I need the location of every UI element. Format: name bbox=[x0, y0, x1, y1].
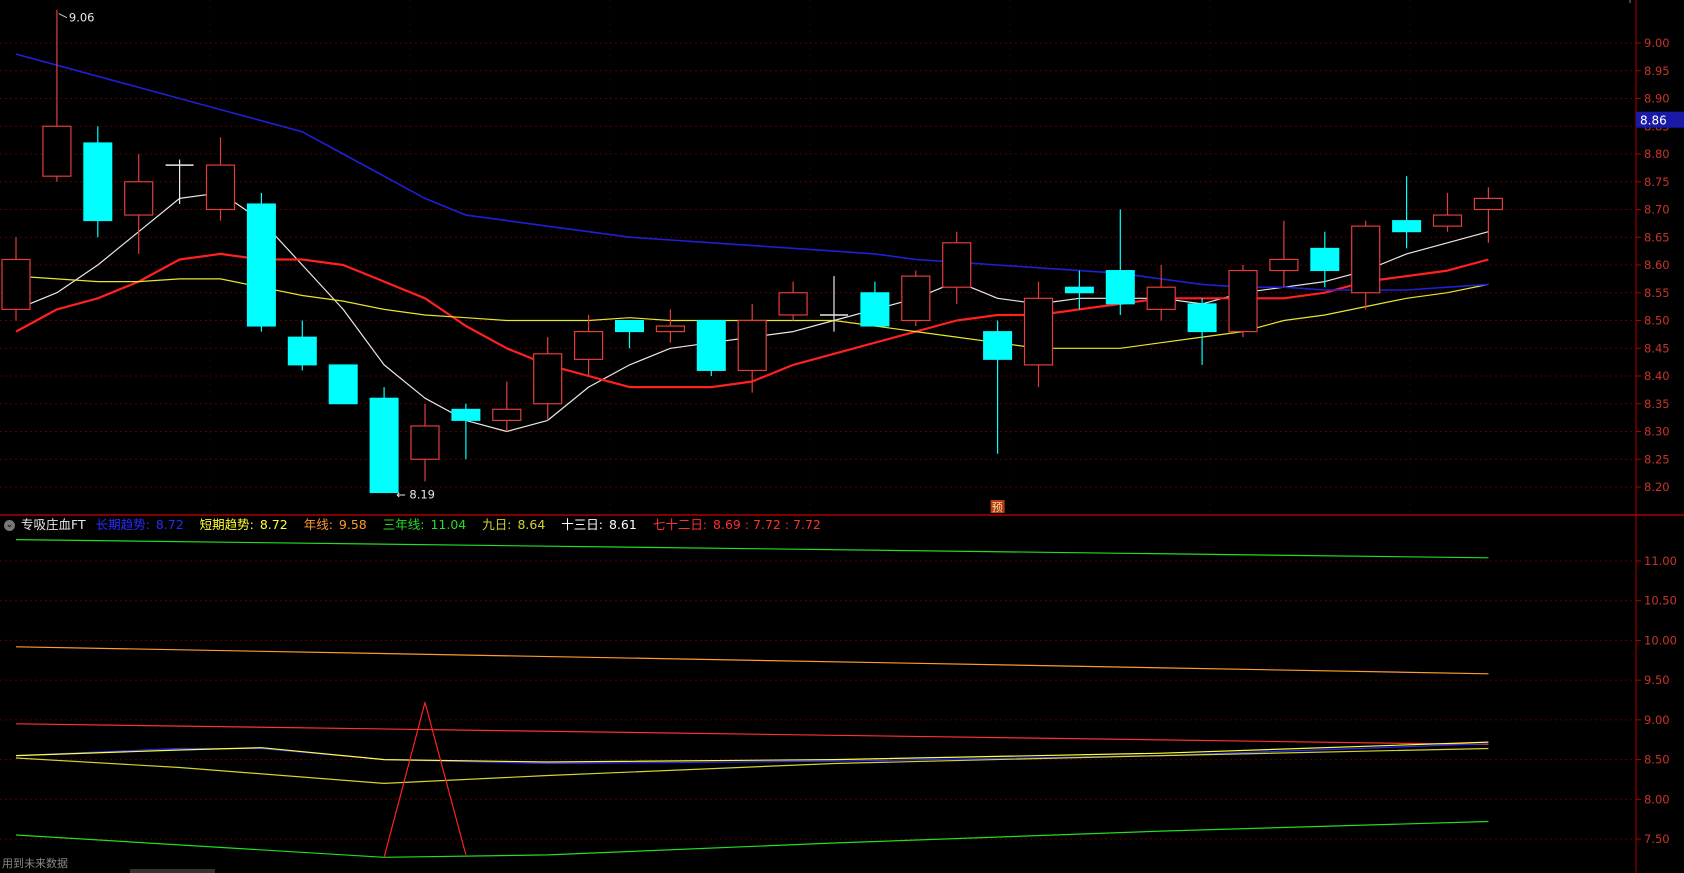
candle-body bbox=[901, 275, 931, 322]
candle-body bbox=[1, 258, 31, 311]
y-tick-label: 8.75 bbox=[1644, 175, 1670, 189]
candle-body bbox=[1228, 269, 1258, 333]
indicator-header: ⌄ 专吸庄血FT 长期趋势: 8.72 短期趋势: 8.72 年线: 9.58 三年线:… bbox=[4, 517, 833, 533]
nine_day-line bbox=[15, 747, 1489, 785]
legend-thirteen-day: 十三日: 8.61 bbox=[561, 517, 637, 532]
legend-nine-day: 九日: 8.64 bbox=[482, 517, 546, 532]
candle-body bbox=[1473, 197, 1504, 211]
candle-body bbox=[1023, 297, 1054, 366]
year-line bbox=[15, 646, 1489, 675]
candle-body bbox=[1392, 220, 1422, 233]
y-tick-label: 9.00 bbox=[1644, 713, 1670, 727]
candle-body bbox=[860, 292, 890, 327]
y-tick-label: 10.00 bbox=[1644, 633, 1677, 647]
y-tick-label: 8.90 bbox=[1644, 92, 1670, 106]
y-tick-label: 8.65 bbox=[1644, 230, 1670, 244]
candle-body bbox=[983, 331, 1013, 360]
ma60-line bbox=[15, 53, 1489, 291]
low-annotation-label: ← 8.19 bbox=[396, 488, 435, 502]
candle-body bbox=[737, 319, 767, 372]
legend-three-year: 三年线: 11.04 bbox=[382, 517, 467, 532]
candle-body bbox=[1432, 214, 1463, 227]
candle-body bbox=[533, 353, 563, 405]
forecast-marker-label: 预 bbox=[992, 501, 1003, 514]
candle-body bbox=[1146, 286, 1176, 311]
candle-body bbox=[778, 292, 808, 316]
candle-body bbox=[83, 142, 113, 222]
y-tick-label: 8.00 bbox=[1644, 792, 1670, 806]
candle-body bbox=[287, 336, 317, 366]
scrollbar-thumb bbox=[130, 869, 215, 873]
candle-body bbox=[655, 325, 686, 333]
candle-body bbox=[615, 320, 644, 333]
y-tick-label: 8.20 bbox=[1644, 480, 1670, 494]
y-tick-label: 8.95 bbox=[1644, 64, 1670, 78]
candle-body bbox=[1105, 270, 1135, 305]
legend-year: 年线: 9.58 bbox=[303, 517, 367, 532]
candle-body bbox=[328, 364, 358, 405]
y-tick-label: 9.00 bbox=[1644, 36, 1670, 50]
high-annotation-label: 9.06 bbox=[69, 11, 95, 25]
candle-body bbox=[410, 425, 440, 460]
legend-long-trend: 长期趋势: 8.72 bbox=[95, 517, 184, 532]
price-label-text: 8.86 bbox=[1640, 114, 1667, 128]
y-tick-label: 7.50 bbox=[1644, 832, 1670, 846]
candle-body bbox=[1269, 258, 1299, 272]
y-tick-label: 8.60 bbox=[1644, 258, 1670, 272]
y-tick-label: 8.45 bbox=[1644, 341, 1670, 355]
collapse-icon[interactable]: ⌄ bbox=[4, 520, 15, 531]
candle-body bbox=[1187, 303, 1217, 333]
y-tick-label: 9.50 bbox=[1644, 673, 1670, 687]
y-tick-label: 8.35 bbox=[1644, 397, 1670, 411]
candle-body bbox=[451, 408, 481, 421]
y-tick-label: 11.00 bbox=[1644, 554, 1677, 568]
candle-body bbox=[492, 408, 522, 421]
future-data-note: 用到未来数据 bbox=[2, 857, 68, 870]
y-tick-label: 8.25 bbox=[1644, 452, 1670, 466]
candle-body bbox=[246, 203, 276, 327]
candle-body bbox=[124, 181, 154, 216]
candle-body bbox=[1351, 225, 1381, 294]
indicator-grid bbox=[0, 560, 1641, 840]
candle-body bbox=[1310, 247, 1340, 272]
indicator-title[interactable]: 专吸庄血FT bbox=[21, 517, 86, 532]
candle-body bbox=[573, 331, 604, 360]
y-tick-label: 8.50 bbox=[1644, 314, 1670, 328]
high-annotation-arrow bbox=[58, 13, 68, 19]
candle-body bbox=[1064, 286, 1094, 294]
candle-body bbox=[205, 164, 236, 211]
y-tick-label: 8.40 bbox=[1644, 369, 1670, 383]
y-tick-label: 8.50 bbox=[1644, 753, 1670, 767]
candle-body bbox=[696, 320, 726, 371]
candle-body bbox=[369, 397, 399, 494]
three_year-line bbox=[15, 539, 1489, 559]
seventy_two-line bbox=[15, 723, 1489, 746]
y-tick-label: 8.70 bbox=[1644, 203, 1670, 217]
legend-short-trend: 短期趋势: 8.72 bbox=[199, 517, 288, 532]
candle-body bbox=[942, 242, 972, 288]
y-tick-label: 8.80 bbox=[1644, 147, 1670, 161]
y-tick-label: 8.55 bbox=[1644, 286, 1670, 300]
candle-body bbox=[42, 125, 72, 177]
y-tick-label: 10.50 bbox=[1644, 594, 1677, 608]
legend-seventy-two: 七十二日: 8.69 : 7.72 : 7.72 bbox=[652, 517, 821, 532]
candles bbox=[1, 9, 1504, 494]
stock-chart: 9.008.958.908.858.808.758.708.658.608.55… bbox=[0, 0, 1684, 873]
y-tick-label: 8.30 bbox=[1644, 425, 1670, 439]
